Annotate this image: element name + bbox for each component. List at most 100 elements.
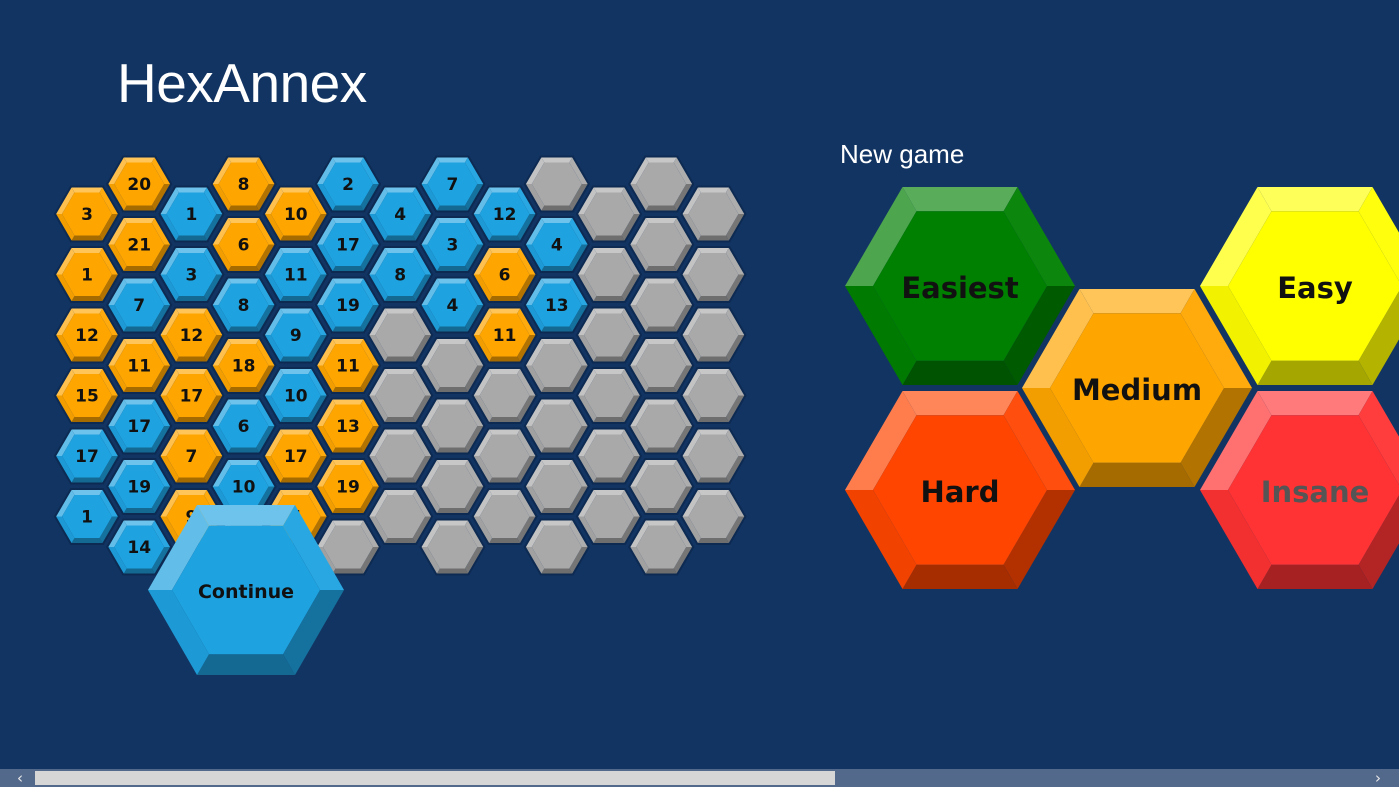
hex-tile-number: 4 [446,296,458,316]
hex-tile[interactable] [523,155,590,213]
hex-tile[interactable]: 14 [106,518,173,576]
hex-tile[interactable] [523,397,590,455]
hex-tile[interactable] [471,367,538,424]
hex-tile[interactable] [680,185,747,243]
continue-button-label: Continue [198,581,294,603]
hex-tile[interactable] [575,306,643,364]
hex-tile[interactable]: 17 [314,216,382,273]
hex-tile-number: 1 [185,205,197,225]
hex-tile[interactable] [575,246,643,303]
hex-tile[interactable]: 8 [210,155,277,213]
hex-tile[interactable]: 2 [314,155,382,213]
hex-tile[interactable]: 1 [158,185,225,243]
hex-tile[interactable] [367,306,434,364]
scroll-thumb[interactable] [35,771,835,785]
hex-tile-number: 8 [238,175,250,195]
hex-tile[interactable] [680,306,747,364]
hex-tile[interactable] [523,337,590,394]
hex-tile[interactable]: 19 [106,458,173,515]
hex-tile[interactable]: 7 [158,427,225,485]
hex-tile[interactable]: 20 [106,155,173,213]
hex-tile[interactable] [419,337,486,394]
hex-tile[interactable] [680,367,747,424]
hex-tile-number: 6 [238,236,250,256]
hex-tile[interactable]: 6 [210,216,277,273]
hex-tile-number: 17 [284,447,308,467]
hex-tile[interactable]: 6 [471,246,538,303]
hex-tile[interactable] [471,488,538,545]
hex-tile[interactable] [628,337,695,394]
hex-tile[interactable]: 12 [471,185,538,243]
hex-tile[interactable]: 17 [53,427,121,485]
hex-tile[interactable] [523,518,590,576]
hex-tile-number: 8 [238,296,250,316]
hex-tile[interactable]: 11 [314,337,382,394]
hex-tile[interactable]: 3 [419,216,486,273]
hex-tile[interactable] [575,367,643,424]
hex-tile[interactable] [680,427,747,485]
hex-tile[interactable] [628,397,695,455]
hex-tile[interactable] [523,458,590,515]
hex-tile-number: 10 [232,478,256,498]
hex-tile-number: 3 [185,266,197,286]
hex-tile[interactable]: 12 [158,306,225,364]
hex-tile[interactable]: 17 [106,397,173,455]
hex-tile[interactable] [367,427,434,485]
hex-tile[interactable]: 3 [158,246,225,303]
hex-tile[interactable] [628,518,695,576]
hex-tile[interactable]: 10 [262,185,329,243]
hex-tile[interactable] [628,276,695,334]
hex-tile[interactable] [628,216,695,273]
hex-tile[interactable]: 8 [210,276,277,334]
horizontal-scrollbar[interactable]: ‹ › [0,769,1399,787]
hex-tile[interactable] [419,397,486,455]
hex-tile[interactable]: 11 [106,337,173,394]
hex-tile[interactable] [419,458,486,515]
hex-tile[interactable] [628,155,695,213]
hex-tile[interactable]: 18 [210,337,277,394]
hex-tile[interactable] [628,458,695,515]
hex-tile[interactable]: 1 [53,246,121,303]
hex-tile[interactable] [680,488,747,545]
hex-tile-number: 9 [290,326,302,346]
hex-tile[interactable] [471,427,538,485]
hex-tile[interactable]: 4 [419,276,486,334]
hex-tile[interactable] [367,367,434,424]
difficulty-easiest-button[interactable]: Easiest [845,187,1075,385]
hex-tile[interactable]: 4 [367,185,434,243]
hex-tile[interactable] [367,488,434,545]
hex-tile[interactable]: 7 [419,155,486,213]
difficulty-hard-button[interactable]: Hard [845,391,1075,589]
hex-tile[interactable]: 11 [471,306,538,364]
hex-tile[interactable] [575,185,643,243]
hex-tile[interactable]: 17 [262,427,329,485]
hex-tile[interactable]: 15 [53,367,121,424]
scroll-left-icon[interactable]: ‹ [6,769,34,787]
hex-tile[interactable]: 17 [158,367,225,424]
hex-tile-number: 18 [232,357,256,377]
hex-tile[interactable]: 1 [53,488,121,545]
hex-tile[interactable]: 4 [523,216,590,273]
hex-tile[interactable]: 8 [367,246,434,303]
hex-tile[interactable]: 6 [210,397,277,455]
hex-tile[interactable] [575,427,643,485]
hex-tile[interactable]: 7 [106,276,173,334]
hex-tile[interactable]: 10 [262,367,329,424]
hex-tile-number: 17 [75,447,99,467]
hex-tile-number: 6 [238,417,250,437]
hex-tile[interactable]: 21 [106,216,173,273]
hex-tile[interactable]: 3 [53,185,121,243]
difficulty-medium-button[interactable]: Medium [1022,289,1252,487]
scroll-right-icon[interactable]: › [1364,769,1392,787]
hex-tile[interactable]: 19 [314,458,382,515]
hex-tile[interactable]: 11 [262,246,329,303]
hex-tile[interactable] [575,488,643,545]
hex-tile-number: 3 [81,205,93,225]
hex-tile[interactable]: 13 [523,276,590,334]
hex-tile[interactable]: 19 [314,276,382,334]
hex-tile[interactable] [680,246,747,303]
hex-tile[interactable] [419,518,486,576]
hex-tile[interactable]: 13 [314,397,382,455]
hex-tile[interactable]: 12 [53,306,121,364]
hex-tile[interactable]: 9 [262,306,329,364]
